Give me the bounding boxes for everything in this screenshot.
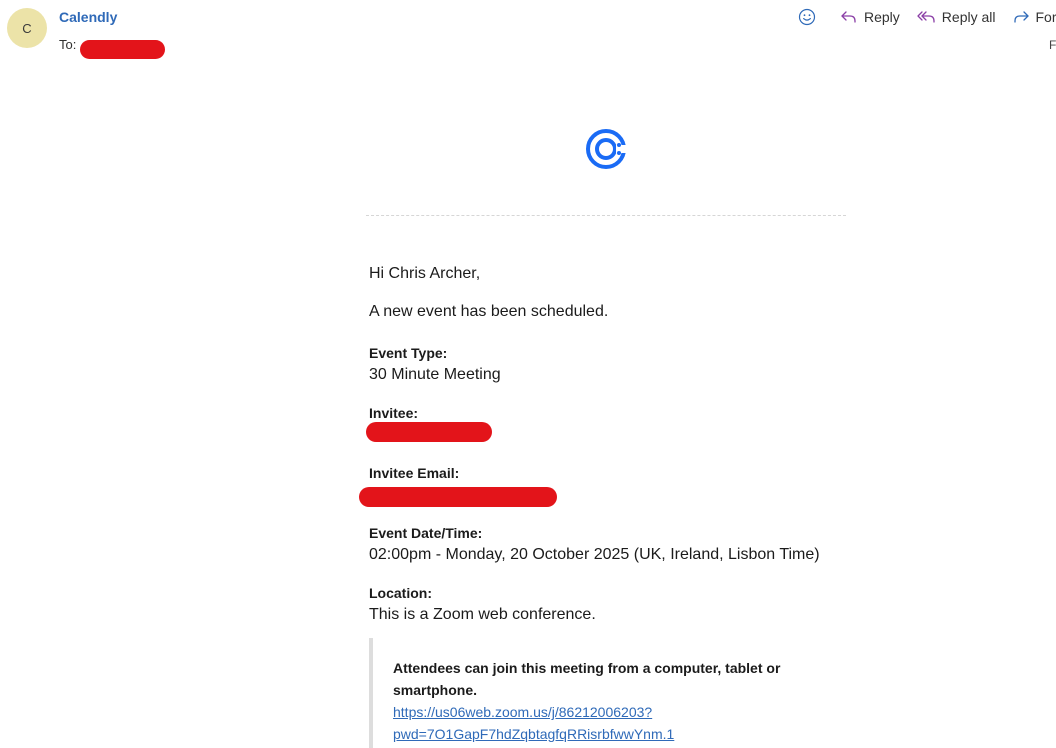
avatar-initial: C	[22, 20, 32, 36]
event-type-value: 30 Minute Meeting	[369, 366, 501, 383]
reply-all-button[interactable]: Reply all	[916, 9, 996, 25]
zoom-link-line1: https://us06web.zoom.us/j/86212006203?	[393, 704, 653, 720]
location-value: This is a Zoom web conference.	[369, 606, 596, 623]
zoom-details-blockquote: Attendees can join this meeting from a c…	[369, 638, 843, 748]
event-datetime-label: Event Date/Time:	[369, 525, 483, 541]
header-divider	[366, 215, 846, 216]
sender-avatar[interactable]: C	[7, 8, 47, 48]
recipient-line: To:	[59, 37, 76, 52]
recipient-redaction	[80, 40, 165, 59]
zoom-link-line2: pwd=7O1GapF7hdZqbtagfqRRisrbfwwYnm.1	[393, 726, 675, 742]
reply-arrow-icon	[841, 11, 856, 23]
event-datetime-value: 02:00pm - Monday, 20 October 2025 (UK, I…	[369, 546, 820, 563]
reply-button[interactable]: Reply	[840, 9, 900, 25]
side-panel-letter: F	[1049, 38, 1056, 52]
zoom-meeting-link[interactable]: https://us06web.zoom.us/j/86212006203? p…	[393, 701, 813, 745]
location-label: Location:	[369, 585, 432, 601]
emoji-reaction-button[interactable]	[798, 8, 822, 26]
forward-button[interactable]: For	[1012, 9, 1056, 25]
calendly-logo-icon	[586, 129, 627, 169]
sender-name[interactable]: Calendly	[59, 9, 117, 25]
smiley-icon	[798, 8, 816, 26]
forward-label: For	[1035, 9, 1056, 25]
invitee-email-redaction	[359, 487, 557, 507]
invitee-redaction	[366, 422, 492, 442]
forward-arrow-icon	[1013, 11, 1029, 23]
reply-all-arrow-icon	[917, 11, 935, 23]
zoom-join-instructions: Attendees can join this meeting from a c…	[393, 660, 781, 698]
email-reading-pane: C Calendly To: Reply Reply all For F Hi …	[0, 0, 1056, 748]
reply-all-label: Reply all	[941, 9, 996, 25]
to-label: To:	[59, 37, 77, 52]
reply-label: Reply	[864, 9, 900, 25]
invitee-email-label: Invitee Email:	[369, 465, 460, 481]
invitee-label: Invitee:	[369, 405, 419, 421]
event-type-label: Event Type:	[369, 345, 448, 361]
intro-text: A new event has been scheduled.	[369, 303, 609, 320]
message-toolbar: Reply Reply all For	[798, 6, 1056, 28]
greeting-text: Hi Chris Archer,	[369, 265, 481, 282]
